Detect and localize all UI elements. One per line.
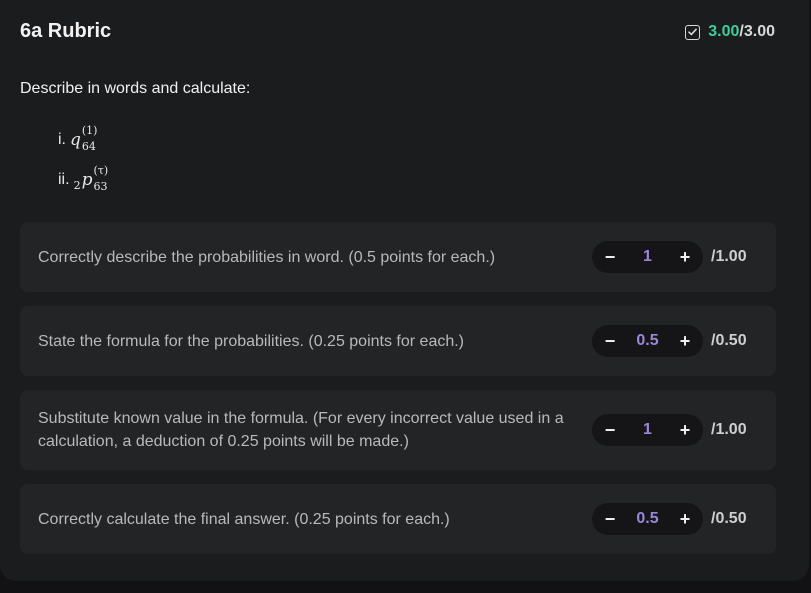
math-item: i. q (1) 64 <box>58 120 108 160</box>
rubric-title: 6a Rubric <box>20 20 112 42</box>
points-stepper: − 1 + <box>592 241 703 273</box>
score-earned: 3.00 <box>708 23 740 40</box>
math-item: ii. 2 p (τ) 63 <box>58 160 108 200</box>
points-stepper: − 0.5 + <box>592 325 703 357</box>
question-prompt: Describe in words and calculate: <box>20 80 251 97</box>
max-points: /1.00 <box>711 248 747 265</box>
math-base: q <box>70 130 81 150</box>
criterion-text: State the formula for the probabilities.… <box>38 332 465 350</box>
minus-icon[interactable]: − <box>602 331 618 352</box>
points-value[interactable]: 0.5 <box>633 510 663 528</box>
checkbox-checked-icon <box>685 24 701 40</box>
criterion-text: Substitute known value in the formula. (… <box>38 410 564 450</box>
plus-icon[interactable]: + <box>677 247 693 268</box>
criterion-card: Correctly calculate the final answer. (0… <box>20 484 776 554</box>
minus-icon[interactable]: − <box>602 420 618 441</box>
points-stepper: − 1 + <box>592 414 703 446</box>
math-base: p <box>81 170 93 190</box>
plus-icon[interactable]: + <box>677 420 693 441</box>
plus-icon[interactable]: + <box>677 331 693 352</box>
math-superscript: (τ) <box>93 164 109 177</box>
points-value[interactable]: 1 <box>633 421 663 439</box>
math-list: i. q (1) 64 ii. 2 p (τ) 63 <box>58 120 108 200</box>
max-points: /0.50 <box>711 332 747 349</box>
criterion-text: Correctly calculate the final answer. (0… <box>38 510 450 528</box>
math-subscript: 63 <box>93 180 108 193</box>
criterion-text: Correctly describe the probabilities in … <box>38 248 496 266</box>
score-total: /3.00 <box>739 23 775 40</box>
criterion-card: State the formula for the probabilities.… <box>20 306 776 376</box>
points-value[interactable]: 1 <box>633 248 663 266</box>
math-subscript: 64 <box>81 140 96 153</box>
criterion-card: Substitute known value in the formula. (… <box>20 390 776 470</box>
math-item-label: ii. <box>58 171 70 188</box>
math-superscript: (1) <box>81 124 98 137</box>
rubric-panel: 6a Rubric 3.00 /3.00 Describe in words a… <box>0 0 809 581</box>
points-value[interactable]: 0.5 <box>633 332 663 350</box>
plus-icon[interactable]: + <box>677 509 693 530</box>
score-summary: 3.00 /3.00 <box>685 20 775 44</box>
points-stepper: − 0.5 + <box>592 503 703 535</box>
criterion-card: Correctly describe the probabilities in … <box>20 222 776 292</box>
math-item-label: i. <box>58 131 66 148</box>
minus-icon[interactable]: − <box>602 247 618 268</box>
max-points: /1.00 <box>711 421 747 438</box>
math-expression: q (1) 64 <box>70 124 98 153</box>
math-prefix-subscript: 2 <box>73 178 81 192</box>
minus-icon[interactable]: − <box>602 509 618 530</box>
max-points: /0.50 <box>711 510 747 527</box>
math-expression: 2 p (τ) 63 <box>73 164 109 193</box>
